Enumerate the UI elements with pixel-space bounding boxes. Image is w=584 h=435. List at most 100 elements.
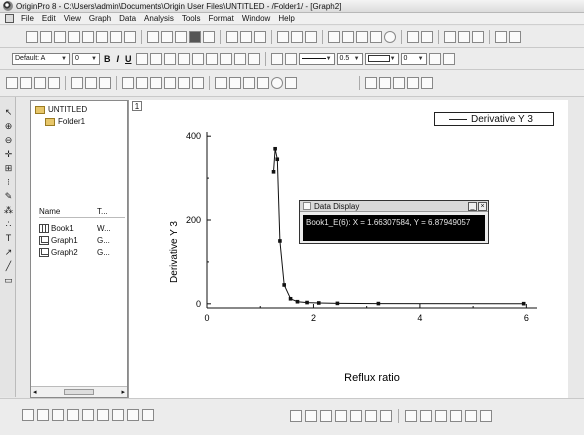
- help-icon[interactable]: [384, 30, 396, 43]
- add-left-y-icon[interactable]: [150, 77, 162, 89]
- new-notes-icon[interactable]: [124, 30, 136, 43]
- mask-range-icon[interactable]: [379, 77, 391, 89]
- pointer-icon[interactable]: ↖: [3, 107, 14, 118]
- rectangle-tool-icon[interactable]: ▭: [3, 275, 14, 286]
- 3d-bar-icon[interactable]: [320, 410, 332, 422]
- minimize-icon[interactable]: _: [468, 202, 477, 211]
- unmask-icon[interactable]: [393, 77, 405, 89]
- multi-curve-icon[interactable]: [82, 409, 94, 421]
- column-name-header[interactable]: Name: [39, 207, 97, 217]
- new-layout-icon[interactable]: [110, 30, 122, 43]
- group-icon[interactable]: [465, 410, 477, 422]
- fill-pattern-icon[interactable]: [428, 52, 441, 65]
- project-explorer-icon[interactable]: [328, 30, 340, 43]
- column-plot-icon[interactable]: [67, 409, 79, 421]
- zoom-in-tool-icon[interactable]: ⊕: [3, 121, 14, 132]
- decrease-font-icon[interactable]: [205, 52, 218, 65]
- import-wizard-icon[interactable]: [254, 30, 266, 43]
- add-table-icon[interactable]: [215, 77, 227, 89]
- data-selector-icon[interactable]: ⁝: [3, 177, 14, 188]
- list-item[interactable]: Graph1 G...: [39, 234, 125, 246]
- swap-mask-icon[interactable]: [407, 77, 419, 89]
- results-log-icon[interactable]: [342, 30, 354, 43]
- pattern-select[interactable]: 0 ▼: [400, 52, 427, 65]
- image-plot-icon[interactable]: [380, 410, 392, 422]
- 3d-wireframe-icon[interactable]: [305, 410, 317, 422]
- code-builder-icon[interactable]: [370, 30, 382, 43]
- horizontal-scrollbar[interactable]: ◂ ▸: [31, 386, 127, 397]
- add-top-x-icon[interactable]: [136, 77, 148, 89]
- font-select[interactable]: Default: A ▼: [12, 52, 70, 65]
- line-symbol-plot-icon[interactable]: [52, 409, 64, 421]
- zoom-out-tool-icon[interactable]: ⊖: [3, 135, 14, 146]
- new-matrix-icon[interactable]: [82, 30, 94, 43]
- italic-icon[interactable]: I: [115, 54, 122, 64]
- bold-icon[interactable]: B: [102, 54, 113, 64]
- import-multiple-icon[interactable]: [240, 30, 252, 43]
- cut-icon[interactable]: [444, 30, 456, 43]
- window-menu-icon[interactable]: [5, 14, 14, 23]
- mask-tool-icon[interactable]: ∴: [3, 219, 14, 230]
- data-display-window[interactable]: Data Display _ × Book1_E(6): X = 1.66307…: [299, 200, 489, 244]
- tree-root[interactable]: UNTITLED: [35, 105, 87, 114]
- menu-data[interactable]: Data: [115, 14, 140, 23]
- data-display-titlebar[interactable]: Data Display: [300, 201, 488, 212]
- paste-icon[interactable]: [472, 30, 484, 43]
- new-workbook-icon[interactable]: [40, 30, 52, 43]
- open-icon[interactable]: [147, 30, 159, 43]
- line-color-icon[interactable]: [284, 52, 297, 65]
- menu-format[interactable]: Format: [205, 14, 238, 23]
- data-reader-icon[interactable]: ⊞: [3, 163, 14, 174]
- add-column-icon[interactable]: [495, 30, 507, 43]
- 3d-scatter-icon[interactable]: [335, 410, 347, 422]
- list-item[interactable]: Book1 W...: [39, 222, 125, 234]
- open-template-icon[interactable]: [161, 30, 173, 43]
- scroll-right-icon[interactable]: ▸: [121, 388, 125, 396]
- add-bottom-x-icon[interactable]: [122, 77, 134, 89]
- menu-file[interactable]: File: [17, 14, 38, 23]
- new-project-icon[interactable]: [26, 30, 38, 43]
- close-icon[interactable]: ×: [478, 202, 487, 211]
- new-function-icon[interactable]: [96, 30, 108, 43]
- add-color-scale-icon[interactable]: [229, 77, 241, 89]
- new-graph-icon[interactable]: [68, 30, 80, 43]
- screen-reader-icon[interactable]: ✛: [3, 149, 14, 160]
- new-folder-icon[interactable]: [407, 30, 419, 43]
- add-inset-data-icon[interactable]: [192, 77, 204, 89]
- command-window-icon[interactable]: [356, 30, 368, 43]
- align-right-icon[interactable]: [420, 410, 432, 422]
- fill-color-icon[interactable]: [270, 52, 283, 65]
- underline-icon[interactable]: U: [123, 54, 134, 64]
- refresh-graph-icon[interactable]: [271, 77, 283, 89]
- add-date-time-icon[interactable]: [243, 77, 255, 89]
- draw-data-icon[interactable]: ✎: [3, 191, 14, 202]
- line-spacing-icon[interactable]: [233, 52, 246, 65]
- add-layer-icon[interactable]: [71, 77, 83, 89]
- copy-icon[interactable]: [458, 30, 470, 43]
- superscript-icon[interactable]: [135, 52, 148, 65]
- area-plot-icon[interactable]: [97, 409, 109, 421]
- line-tool-icon[interactable]: ╱: [3, 261, 14, 272]
- new-legend-icon[interactable]: [285, 77, 297, 89]
- duplicate-icon[interactable]: [305, 30, 317, 43]
- subscript-icon[interactable]: [149, 52, 162, 65]
- zoom-in-icon[interactable]: [6, 77, 18, 89]
- scatter-plot-icon[interactable]: [37, 409, 49, 421]
- save-icon[interactable]: [189, 30, 201, 43]
- tree-folder[interactable]: Folder1: [45, 117, 85, 126]
- add-timestamp-icon[interactable]: [257, 77, 269, 89]
- gradient-fill-icon[interactable]: [442, 52, 455, 65]
- add-row-icon[interactable]: [509, 30, 521, 43]
- open-excel-icon[interactable]: [175, 30, 187, 43]
- menu-window[interactable]: Window: [238, 14, 274, 23]
- menu-analysis[interactable]: Analysis: [140, 14, 178, 23]
- increase-font-icon[interactable]: [191, 52, 204, 65]
- line-style-select[interactable]: ▼: [298, 52, 335, 65]
- heatmap-icon[interactable]: [365, 410, 377, 422]
- pattern-color-select[interactable]: ▼: [364, 52, 399, 65]
- list-item[interactable]: Graph2 G...: [39, 246, 125, 258]
- zoom-out-icon[interactable]: [20, 77, 32, 89]
- plot-area[interactable]: 0 2 4 6 0 200 400 Reflux ratio Derivative Y 3: [129, 100, 569, 398]
- menu-help[interactable]: Help: [274, 14, 298, 23]
- align-left-icon[interactable]: [405, 410, 417, 422]
